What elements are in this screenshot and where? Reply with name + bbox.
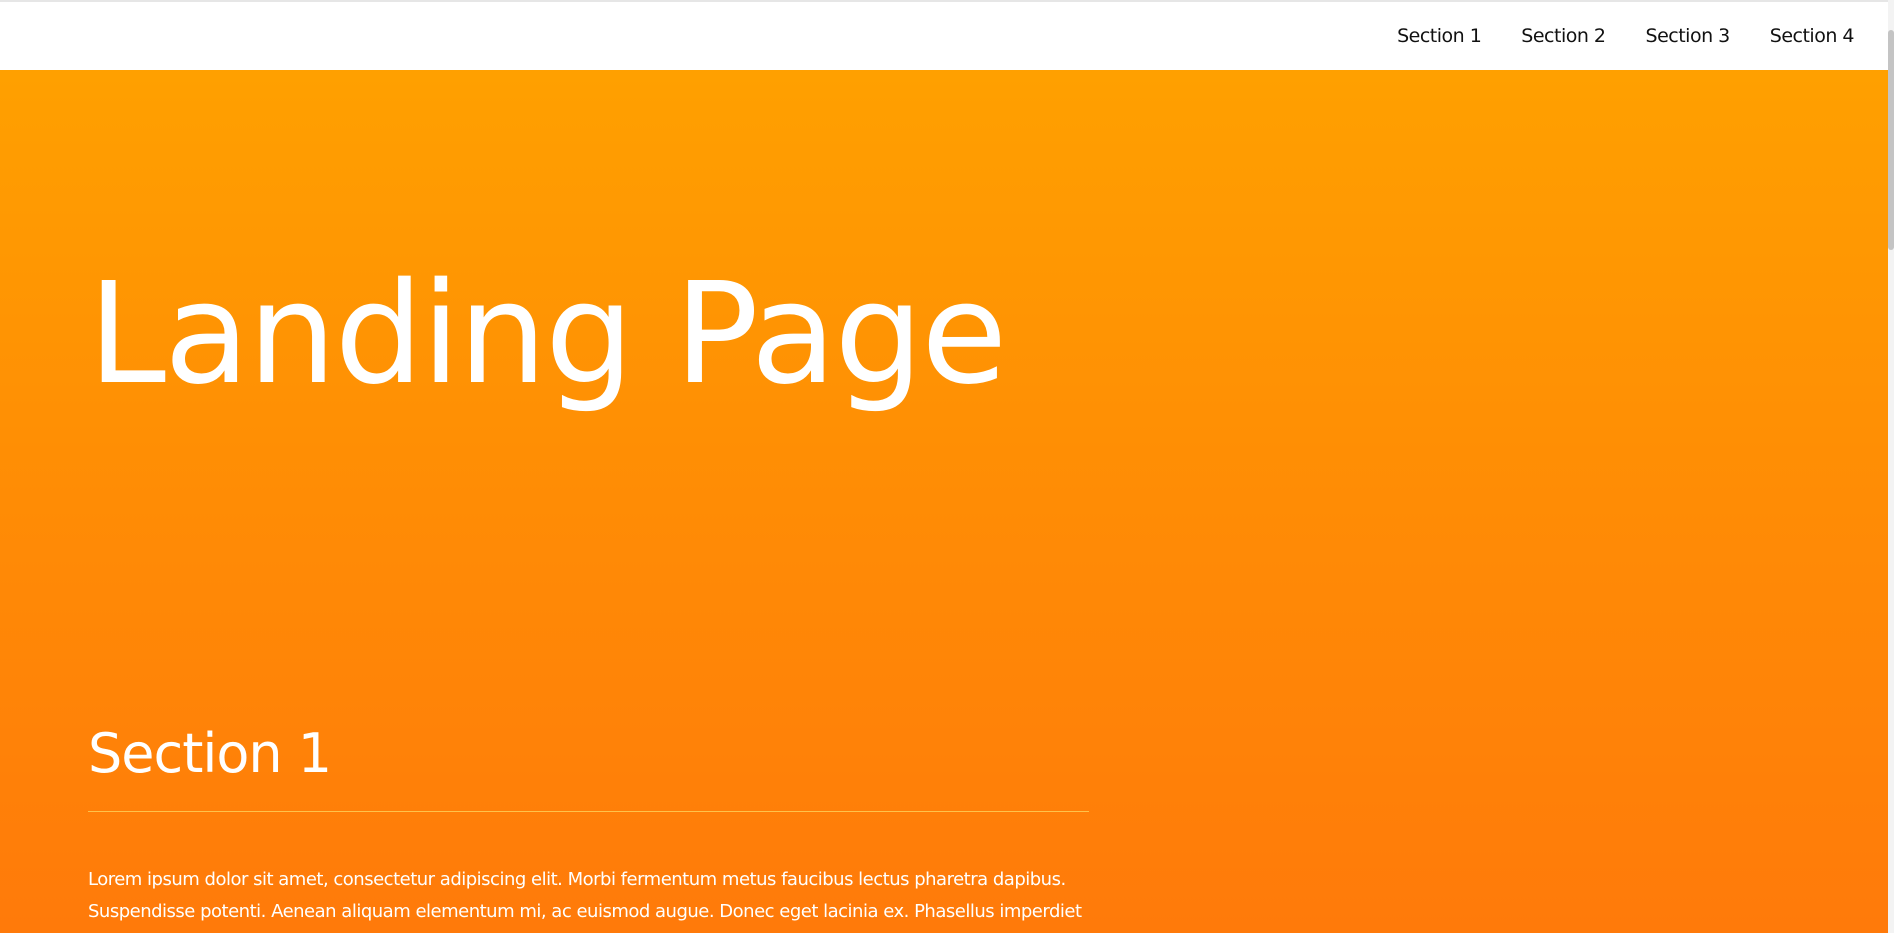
scrollbar-thumb[interactable] [1888,30,1894,250]
top-navbar: Section 1 Section 2 Section 3 Section 4 [0,0,1894,70]
hero-section: Landing Page Section 1 Lorem ipsum dolor… [0,70,1894,933]
nav-item-section-3[interactable]: Section 3 [1646,25,1731,47]
page-title: Landing Page [88,253,1007,416]
section-divider [88,811,1089,812]
section-1-heading: Section 1 [88,722,332,785]
nav-list: Section 1 Section 2 Section 3 Section 4 [1397,2,1854,70]
nav-item-section-2[interactable]: Section 2 [1521,25,1606,47]
section-1-text: Lorem ipsum dolor sit amet, consectetur … [88,869,1082,922]
page-scrollbar[interactable] [1888,0,1894,933]
nav-item-section-4[interactable]: Section 4 [1770,25,1855,47]
nav-item-section-1[interactable]: Section 1 [1397,25,1482,47]
